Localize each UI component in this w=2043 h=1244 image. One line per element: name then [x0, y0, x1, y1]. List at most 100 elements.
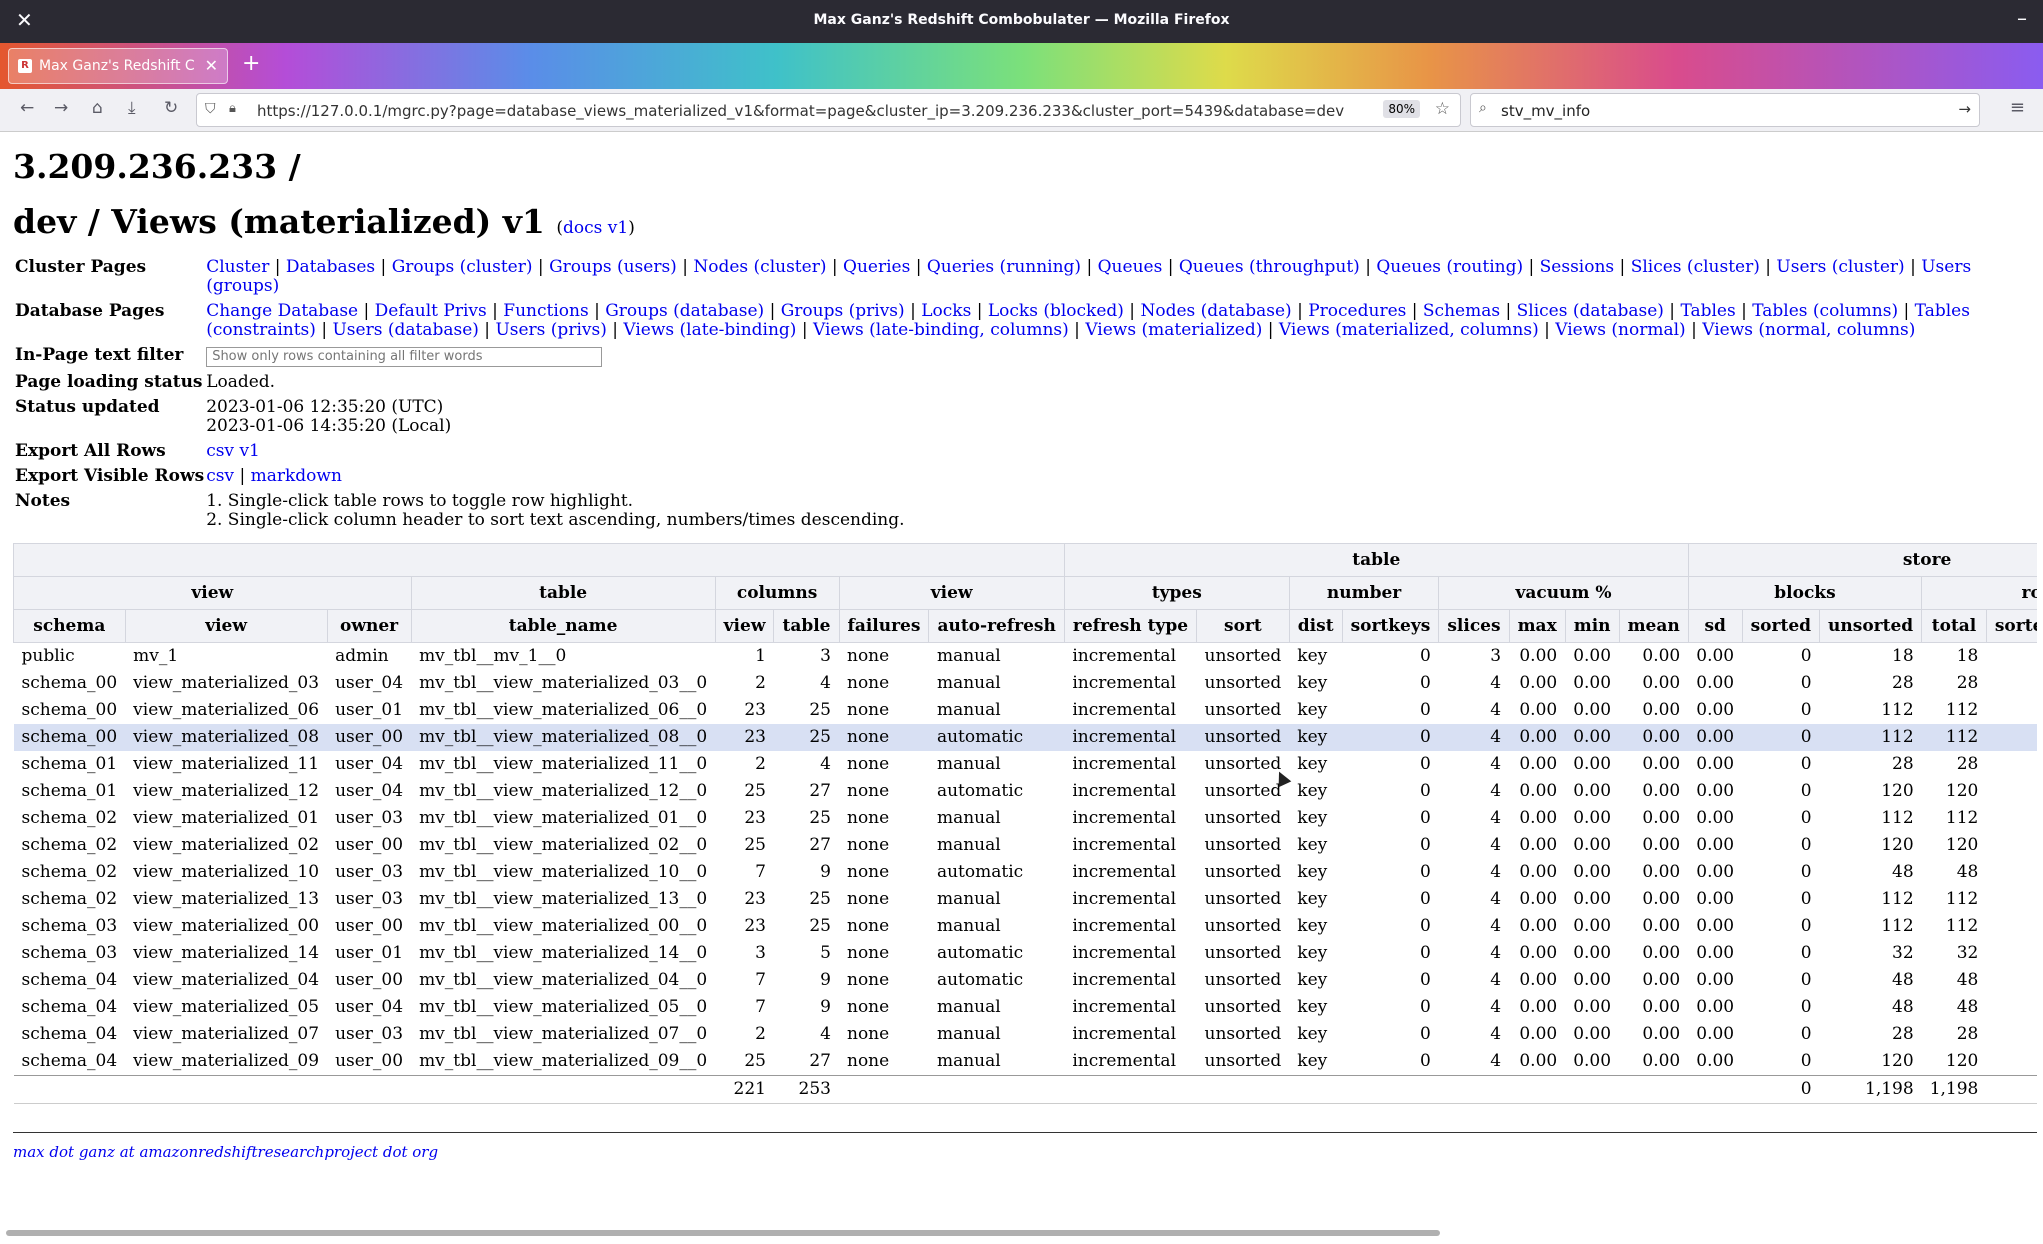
- cluster-page-link[interactable]: Sessions: [1540, 257, 1615, 277]
- table-row[interactable]: schema_01 view_materialized_11 user_04 mv_t…: [14, 751, 2038, 778]
- table-row[interactable]: schema_04 view_materialized_05 user_04 mv_t…: [14, 994, 2038, 1021]
- cluster-page-link[interactable]: Cluster: [206, 257, 269, 277]
- column-header[interactable]: view: [124, 608, 328, 643]
- browser-tab[interactable]: R Max Ganz's Redshift C ✕: [8, 48, 228, 84]
- database-page-link[interactable]: Default Privs: [375, 301, 487, 321]
- cluster-page-link[interactable]: Nodes (cluster): [693, 257, 826, 277]
- column-header[interactable]: auto-refresh: [928, 608, 1065, 643]
- lock-icon[interactable]: 🔒︎: [229, 101, 236, 116]
- minimize-window-icon[interactable]: –: [2017, 6, 2027, 30]
- database-page-link[interactable]: Views (late-binding): [623, 320, 796, 340]
- cluster-page-link[interactable]: Queues: [1098, 257, 1163, 277]
- close-tab-icon[interactable]: ✕: [205, 56, 218, 75]
- zoom-level[interactable]: 80%: [1383, 100, 1420, 118]
- database-page-link[interactable]: Views (materialized, columns): [1279, 320, 1539, 340]
- column-header[interactable]: sorted: [1741, 608, 1821, 643]
- database-page-link[interactable]: Tables (columns): [1752, 301, 1898, 321]
- reload-icon[interactable]: ↻: [164, 98, 178, 118]
- url-bar[interactable]: ⛉ 🔒︎ https://127.0.0.1/mgrc.py?page=data…: [196, 93, 1461, 127]
- column-header[interactable]: table_name: [410, 608, 716, 643]
- column-header[interactable]: owner: [326, 608, 412, 643]
- table-row[interactable]: schema_04 view_materialized_04 user_00 mv_t…: [14, 967, 2038, 994]
- download-icon[interactable]: ⤓: [128, 98, 136, 118]
- database-page-link[interactable]: Functions: [503, 301, 588, 321]
- filter-input[interactable]: [206, 346, 603, 367]
- table-row[interactable]: schema_03 view_materialized_00 user_00 mv_t…: [14, 913, 2038, 940]
- column-header[interactable]: slices: [1438, 608, 1510, 643]
- home-icon[interactable]: ⌂: [92, 98, 103, 118]
- table-row[interactable]: schema_00 view_materialized_06 user_01 mv_t…: [14, 697, 2038, 724]
- column-header[interactable]: sd: [1687, 608, 1743, 643]
- column-header[interactable]: total: [1921, 608, 1987, 643]
- cluster-page-link[interactable]: Groups (users): [549, 257, 677, 277]
- table-cell: 2: [755, 754, 766, 774]
- cluster-page-link[interactable]: Queries: [843, 257, 910, 277]
- column-header[interactable]: view: [714, 608, 775, 643]
- database-page-link[interactable]: Views (late-binding, columns): [813, 320, 1069, 340]
- new-tab-icon[interactable]: +: [242, 51, 260, 76]
- url-text[interactable]: https://127.0.0.1/mgrc.py?page=database_…: [257, 102, 1377, 120]
- column-header[interactable]: table: [773, 608, 840, 643]
- export-visible-markdown-link[interactable]: markdown: [251, 466, 342, 486]
- table-row[interactable]: schema_04 view_materialized_07 user_03 mv_t…: [14, 1021, 2038, 1048]
- column-header[interactable]: schema: [13, 608, 126, 643]
- database-page-link[interactable]: Slices (database): [1517, 301, 1664, 321]
- column-header[interactable]: min: [1564, 608, 1620, 643]
- database-page-link[interactable]: Views (materialized): [1085, 320, 1262, 340]
- database-page-link[interactable]: Locks: [921, 301, 971, 321]
- column-header[interactable]: max: [1508, 608, 1566, 643]
- shield-icon[interactable]: ⛉: [205, 101, 216, 117]
- export-all-csv-link[interactable]: csv v1: [206, 441, 260, 461]
- footer-contact-link[interactable]: max dot ganz at amazonredshiftresearchpr…: [13, 1143, 438, 1161]
- export-visible-csv-link[interactable]: csv: [206, 466, 234, 486]
- database-page-link[interactable]: Groups (database): [605, 301, 764, 321]
- table-row[interactable]: schema_02 view_materialized_01 user_03 mv_t…: [14, 805, 2038, 832]
- database-page-link[interactable]: Views (normal): [1555, 320, 1685, 340]
- database-page-link[interactable]: Nodes (database): [1140, 301, 1291, 321]
- search-input[interactable]: stv_mv_info: [1501, 102, 1590, 120]
- search-bar[interactable]: ⌕ stv_mv_info →: [1470, 93, 1980, 127]
- column-header[interactable]: sortkeys: [1341, 608, 1440, 643]
- database-page-link[interactable]: Procedures: [1308, 301, 1406, 321]
- database-page-link[interactable]: Users (privs): [495, 320, 606, 340]
- column-header[interactable]: failures: [838, 608, 930, 643]
- docs-link[interactable]: docs v1: [563, 218, 628, 238]
- database-page-link[interactable]: Schemas: [1423, 301, 1500, 321]
- database-page-link[interactable]: Change Database: [206, 301, 358, 321]
- menu-icon[interactable]: ≡: [2010, 97, 2025, 118]
- table-row[interactable]: schema_02 view_materialized_13 user_03 mv_t…: [14, 886, 2038, 913]
- table-row[interactable]: schema_02 view_materialized_10 user_03 mv_t…: [14, 859, 2038, 886]
- cluster-page-link[interactable]: Queues (throughput): [1179, 257, 1360, 277]
- database-page-link[interactable]: Users (database): [332, 320, 478, 340]
- table-cell: schema_03: [21, 916, 118, 936]
- back-icon[interactable]: ←: [20, 98, 34, 118]
- table-row[interactable]: schema_03 view_materialized_14 user_01 mv_t…: [14, 940, 2038, 967]
- column-header[interactable]: dist: [1288, 608, 1343, 643]
- forward-icon[interactable]: →: [54, 98, 68, 118]
- database-page-link[interactable]: Locks (blocked): [988, 301, 1124, 321]
- column-header[interactable]: unsorted: [1819, 608, 1923, 643]
- bookmark-star-icon[interactable]: ☆: [1435, 99, 1450, 119]
- table-row[interactable]: schema_02 view_materialized_02 user_00 mv_t…: [14, 832, 2038, 859]
- database-page-link[interactable]: Tables: [1680, 301, 1735, 321]
- column-header[interactable]: sort: [1196, 608, 1290, 643]
- horizontal-scrollbar[interactable]: [6, 1230, 1440, 1236]
- database-page-link[interactable]: Groups (privs): [781, 301, 905, 321]
- table-row[interactable]: schema_00 view_materialized_08 user_00 mv_t…: [13, 723, 2037, 751]
- column-header[interactable]: sorted: [1985, 608, 2037, 643]
- cluster-page-link[interactable]: Databases: [286, 257, 375, 277]
- table-cell: 0.00: [1642, 1024, 1681, 1044]
- table-row[interactable]: schema_01 view_materialized_12 user_04 mv_t…: [14, 778, 2038, 805]
- table-row[interactable]: public mv_1 admin mv_tbl__mv_1__0 1 3 none manu…: [14, 642, 2038, 670]
- cluster-page-link[interactable]: Users (cluster): [1776, 257, 1904, 277]
- table-row[interactable]: schema_00 view_materialized_03 user_04 mv_t…: [14, 670, 2038, 697]
- table-row[interactable]: schema_04 view_materialized_09 user_00 mv_t…: [14, 1048, 2038, 1076]
- search-go-icon[interactable]: →: [1958, 100, 1971, 118]
- cluster-page-link[interactable]: Queries (running): [927, 257, 1081, 277]
- cluster-page-link[interactable]: Queues (routing): [1376, 257, 1523, 277]
- database-page-link[interactable]: Views (normal, columns): [1702, 320, 1915, 340]
- cluster-page-link[interactable]: Slices (cluster): [1631, 257, 1760, 277]
- column-header[interactable]: mean: [1618, 608, 1689, 643]
- column-header[interactable]: refresh type: [1063, 608, 1198, 643]
- cluster-page-link[interactable]: Groups (cluster): [392, 257, 533, 277]
